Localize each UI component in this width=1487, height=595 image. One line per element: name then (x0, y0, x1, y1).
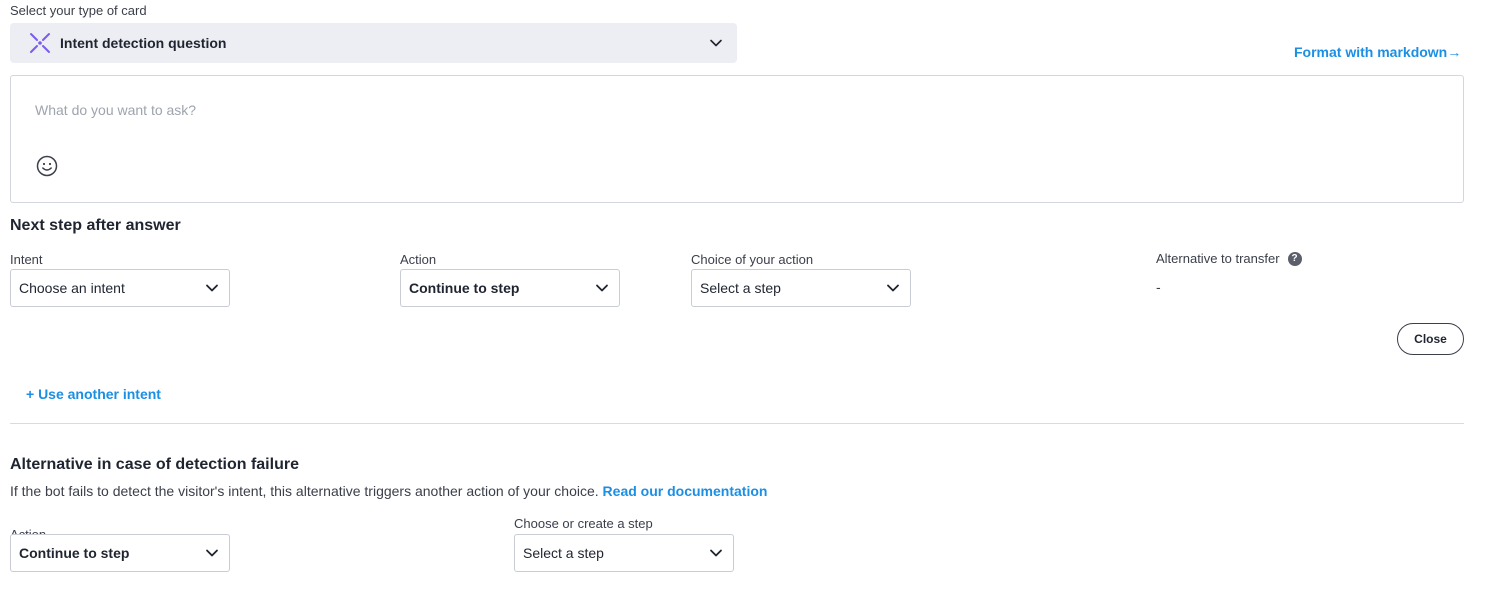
divider (10, 423, 1464, 424)
card-type-value: Intent detection question (60, 35, 227, 51)
chevron-down-icon (206, 284, 218, 292)
emoji-icon[interactable] (36, 155, 58, 177)
intent-value: Choose an intent (19, 280, 125, 296)
card-type-label: Select your type of card (10, 3, 147, 18)
question-input[interactable] (35, 102, 835, 118)
intent-label: Intent (10, 252, 43, 267)
chevron-down-icon (710, 549, 722, 557)
alternative-transfer-value: - (1156, 279, 1161, 295)
question-editor (10, 75, 1464, 203)
failure-description-row: If the bot fails to detect the visitor's… (10, 483, 767, 499)
choice-label: Choice of your action (691, 252, 814, 267)
failure-step-select[interactable]: Select a step (514, 534, 734, 572)
choice-value: Select a step (700, 280, 781, 296)
chevron-down-icon (887, 284, 899, 292)
failure-step-label: Choose or create a step (514, 516, 653, 531)
use-another-intent-link[interactable]: + Use another intent (26, 386, 161, 402)
format-markdown-link[interactable]: Format with markdown→ (1294, 44, 1461, 60)
alternative-transfer-label: Alternative to transfer (1156, 251, 1280, 266)
failure-step-value: Select a step (523, 545, 604, 561)
action-label: Action (400, 252, 437, 267)
chevron-down-icon (206, 549, 218, 557)
choice-select[interactable]: Select a step (691, 269, 911, 307)
action-value: Continue to step (409, 280, 520, 296)
chevron-down-icon (710, 39, 722, 47)
close-button[interactable]: Close (1397, 323, 1464, 355)
help-icon[interactable]: ? (1287, 251, 1302, 266)
failure-action-select[interactable]: Continue to step (10, 534, 230, 572)
read-documentation-link[interactable]: Read our documentation (603, 483, 768, 499)
intent-detection-icon (30, 33, 50, 53)
action-select[interactable]: Continue to step (400, 269, 620, 307)
next-step-title: Next step after answer (10, 217, 181, 234)
failure-title: Alternative in case of detection failure (10, 456, 299, 473)
failure-action-value: Continue to step (19, 545, 130, 561)
failure-description: If the bot fails to detect the visitor's… (10, 483, 599, 499)
alternative-transfer-header: Alternative to transfer ? (1156, 251, 1302, 266)
chevron-down-icon (596, 284, 608, 292)
intent-select[interactable]: Choose an intent (10, 269, 230, 307)
card-type-select[interactable]: Intent detection question (10, 23, 737, 63)
